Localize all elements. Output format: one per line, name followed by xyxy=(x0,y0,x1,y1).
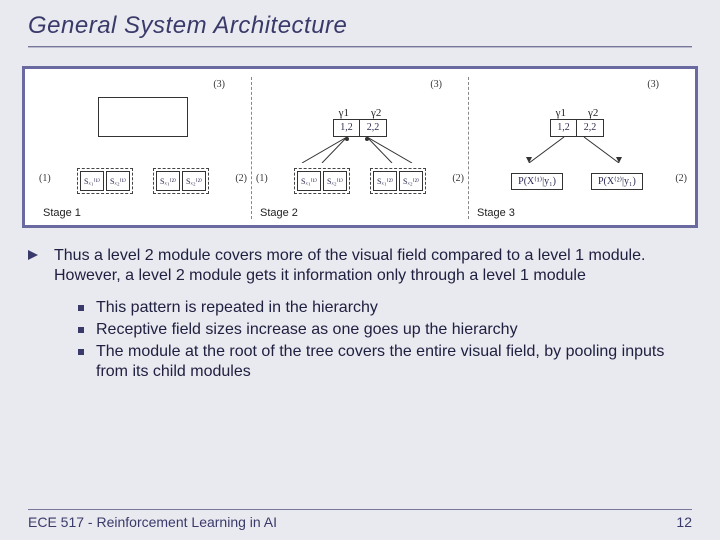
stage-2: (3) γ1 γ2 1,2 2,2 xyxy=(252,77,468,219)
stage3-caption: Stage 3 xyxy=(477,207,515,219)
stage1-caption: Stage 1 xyxy=(43,207,81,219)
slide-title: General System Architecture xyxy=(28,12,692,40)
stage1-lower: (1) Sₓ₁⁽¹⁾ Sₓ₂⁽¹⁾ Sₓ₁⁽²⁾ Sₓ₂⁽²⁾ (2) xyxy=(35,163,251,199)
stage1-upper: (3) xyxy=(35,77,251,137)
mini-s1x2-a: Sₓ₂⁽¹⁾ xyxy=(106,171,130,191)
stage3-conn xyxy=(469,137,685,163)
sub-bullet-text: The module at the root of the tree cover… xyxy=(96,342,692,382)
stage2-upper: (3) γ1 γ2 1,2 2,2 xyxy=(252,77,468,137)
stage2-caption: Stage 2 xyxy=(260,207,298,219)
stage2-group2: Sₓ₁⁽²⁾ Sₓ₂⁽²⁾ xyxy=(370,168,426,194)
sub-bullet-text: This pattern is repeated in the hierarch… xyxy=(96,298,378,318)
stage2-group1: Sₓ₁⁽¹⁾ Sₓ₂⁽¹⁾ xyxy=(294,168,350,194)
pbox-2: P(X⁽²⁾|y₁) xyxy=(591,173,643,190)
tag-3-c: (3) xyxy=(647,79,659,90)
sub-bullet-text: Receptive field sizes increase as one go… xyxy=(96,320,518,340)
figure-frame: (3) (1) Sₓ₁⁽¹⁾ Sₓ₂⁽¹⁾ Sₓ₁⁽²⁾ Sₓ₂⁽²⁾ (2) … xyxy=(22,66,698,228)
mini-s1x1-b: Sₓ₁⁽¹⁾ xyxy=(297,171,321,191)
stage1-group2: Sₓ₁⁽²⁾ Sₓ₂⁽²⁾ xyxy=(153,168,209,194)
square-icon xyxy=(78,305,84,311)
main-bullet: Thus a level 2 module covers more of the… xyxy=(28,246,692,286)
gamma-labels-2: γ1 γ2 xyxy=(339,107,382,119)
slide: General System Architecture (3) (1) Sₓ₁⁽… xyxy=(0,0,720,540)
tag-2-b: (2) xyxy=(452,173,464,184)
gamma-group-3: γ1 γ2 1,2 2,2 xyxy=(550,107,604,137)
gamma-cell-22: 2,2 xyxy=(360,120,386,136)
mini-s2x2-b: Sₓ₂⁽²⁾ xyxy=(399,171,423,191)
tag-2: (2) xyxy=(235,173,247,184)
gamma1-label: γ1 xyxy=(339,107,349,119)
footer-left: ECE 517 - Reinforcement Learning in AI xyxy=(28,514,277,530)
stage3-lines xyxy=(469,137,679,163)
sub-bullet: The module at the root of the tree cover… xyxy=(78,342,692,382)
pbox-1: P(X⁽¹⁾|y₁) xyxy=(511,173,563,190)
page-number: 12 xyxy=(676,514,692,530)
gamma-boxes-3: 1,2 2,2 xyxy=(550,119,604,137)
mini-s2x1-b: Sₓ₁⁽²⁾ xyxy=(373,171,397,191)
mini-s2x2-a: Sₓ₂⁽²⁾ xyxy=(182,171,206,191)
body-text: Thus a level 2 module covers more of the… xyxy=(28,246,692,382)
sub-bullet: This pattern is repeated in the hierarch… xyxy=(78,298,692,318)
gamma-boxes-2: 1,2 2,2 xyxy=(333,119,387,137)
arrow-icon xyxy=(28,250,40,262)
gamma-cell-12: 1,2 xyxy=(334,120,360,136)
gamma-group-2: γ1 γ2 1,2 2,2 xyxy=(333,107,387,137)
tag-1-b: (1) xyxy=(256,173,268,184)
stage3-upper: (3) γ1 γ2 1,2 2,2 xyxy=(469,77,685,137)
stage2-lines xyxy=(252,137,462,163)
stage-1: (3) (1) Sₓ₁⁽¹⁾ Sₓ₂⁽¹⁾ Sₓ₁⁽²⁾ Sₓ₂⁽²⁾ (2) … xyxy=(35,77,251,219)
gamma-cell-22-b: 2,2 xyxy=(577,120,603,136)
gamma1-label-b: γ1 xyxy=(556,107,566,119)
stage-3: (3) γ1 γ2 1,2 2,2 xyxy=(469,77,685,219)
title-underline xyxy=(28,46,692,48)
gamma2-label: γ2 xyxy=(371,107,381,119)
mini-s1x1-a: Sₓ₁⁽¹⁾ xyxy=(80,171,104,191)
stage1-conn xyxy=(35,137,251,163)
tag-1: (1) xyxy=(39,173,51,184)
stage1-group1: Sₓ₁⁽¹⁾ Sₓ₂⁽¹⁾ xyxy=(77,168,133,194)
square-icon xyxy=(78,349,84,355)
main-bullet-text: Thus a level 2 module covers more of the… xyxy=(54,246,692,286)
stage2-conn xyxy=(252,137,468,163)
mini-s2x1-a: Sₓ₁⁽²⁾ xyxy=(156,171,180,191)
tag-3-b: (3) xyxy=(430,79,442,90)
stage2-lower: (1) Sₓ₁⁽¹⁾ Sₓ₂⁽¹⁾ Sₓ₁⁽²⁾ Sₓ₂⁽²⁾ (2) xyxy=(252,163,468,199)
sub-bullet-list: This pattern is repeated in the hierarch… xyxy=(78,298,692,382)
tag-2-c: (2) xyxy=(675,173,687,184)
gamma2-label-b: γ2 xyxy=(588,107,598,119)
tag-3: (3) xyxy=(213,79,225,90)
footer: ECE 517 - Reinforcement Learning in AI 1… xyxy=(28,509,692,530)
big-box-empty xyxy=(98,97,188,137)
mini-s1x2-b: Sₓ₂⁽¹⁾ xyxy=(323,171,347,191)
stage3-lower: P(X⁽¹⁾|y₁) P(X⁽²⁾|y₁) (2) xyxy=(469,163,685,199)
gamma-cell-12-b: 1,2 xyxy=(551,120,577,136)
gamma-labels-3: γ1 γ2 xyxy=(556,107,599,119)
sub-bullet: Receptive field sizes increase as one go… xyxy=(78,320,692,340)
square-icon xyxy=(78,327,84,333)
stages-row: (3) (1) Sₓ₁⁽¹⁾ Sₓ₂⁽¹⁾ Sₓ₁⁽²⁾ Sₓ₂⁽²⁾ (2) … xyxy=(35,77,685,219)
